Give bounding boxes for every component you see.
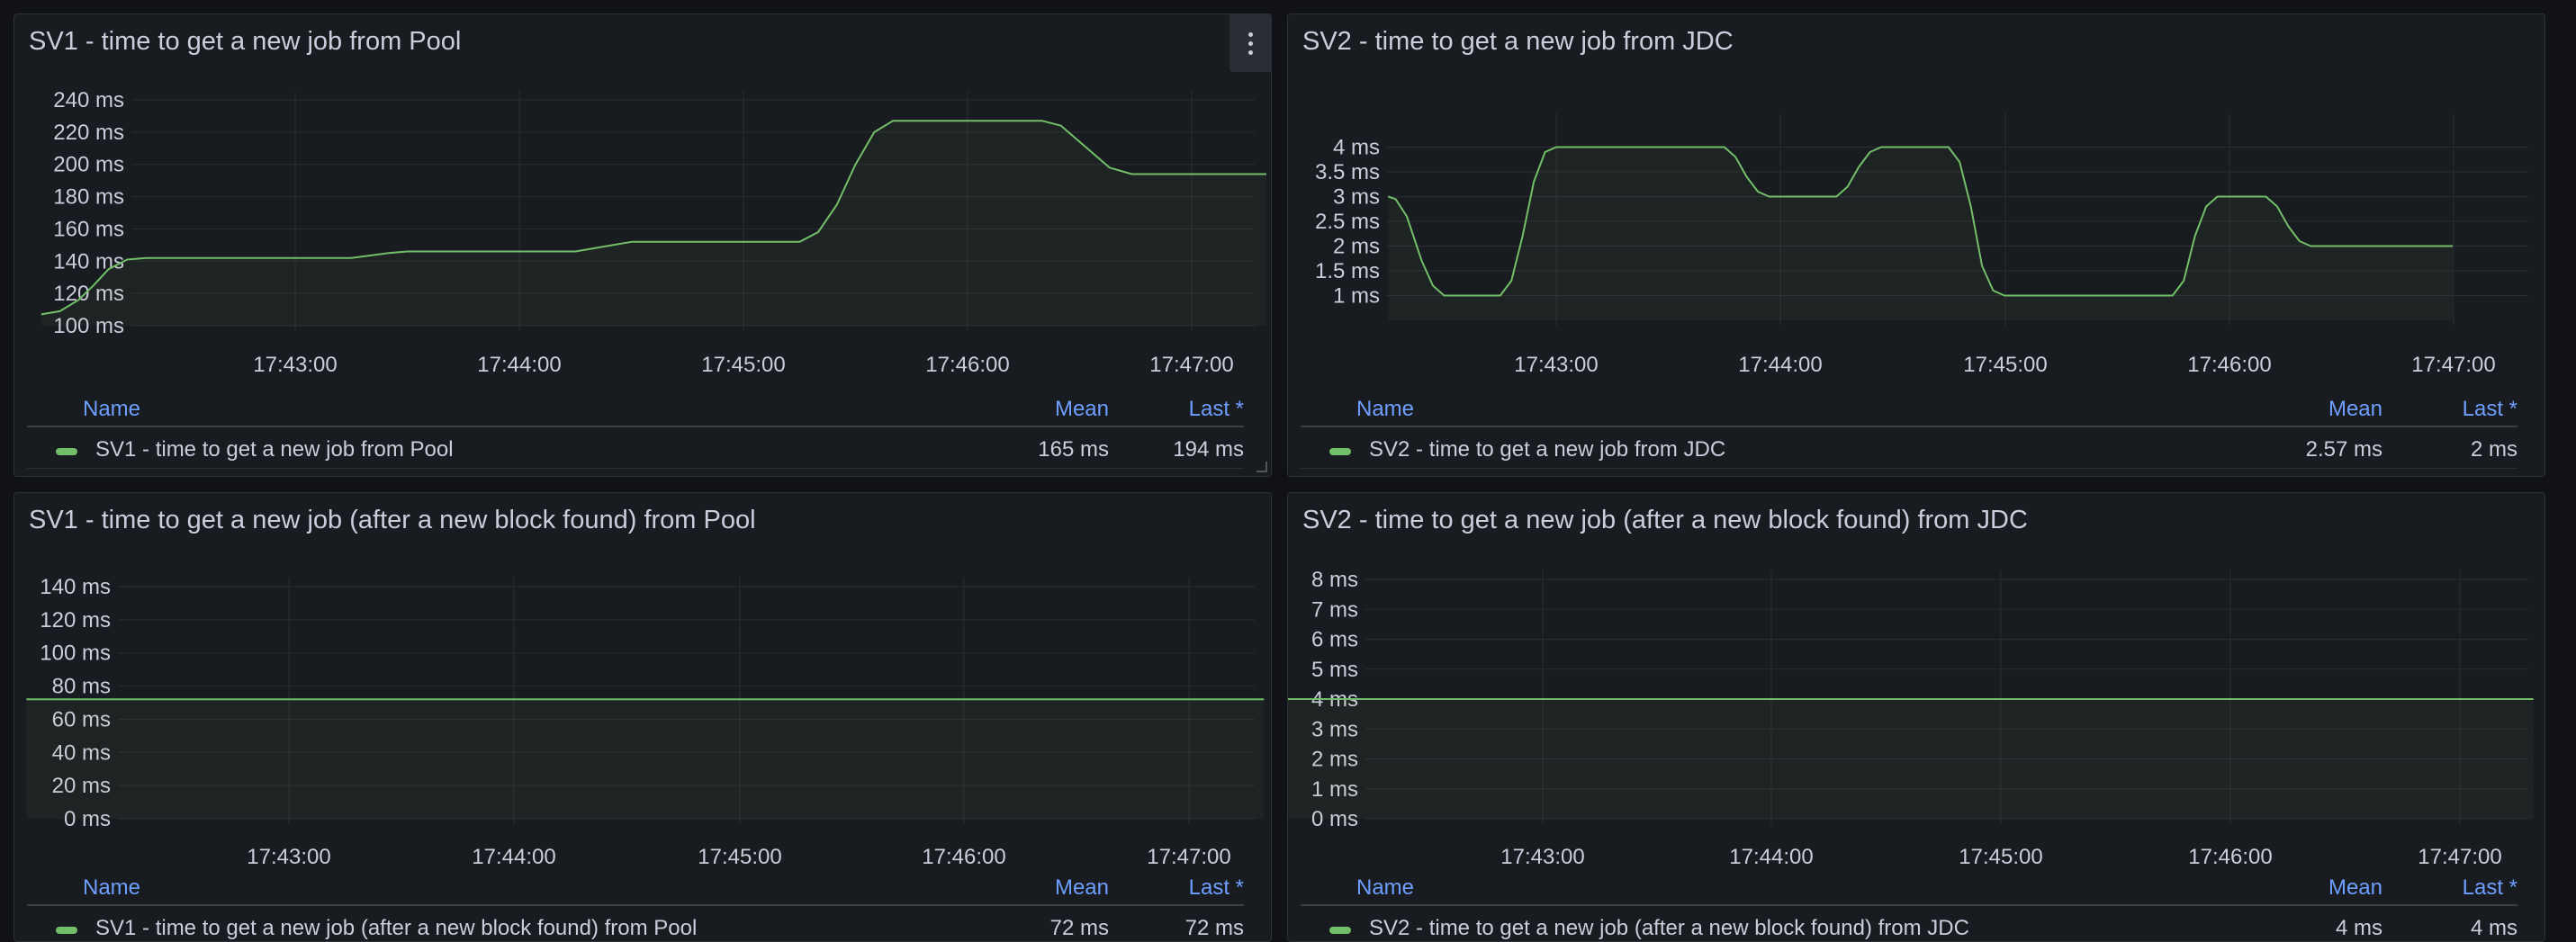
- panel-sv1-pool-new-block: SV1 - time to get a new job (after a new…: [14, 492, 1272, 942]
- x-tick-label: 17:47:00: [1147, 845, 1230, 869]
- legend-row[interactable]: SV1 - time to get a new job from Pool 16…: [27, 437, 1244, 469]
- y-tick-label: 8 ms: [1311, 568, 1358, 592]
- x-tick-label: 17:44:00: [472, 845, 555, 869]
- legend-header-mean[interactable]: Mean: [1055, 875, 1109, 901]
- y-tick-label: 2 ms: [1333, 235, 1380, 259]
- legend-series-name[interactable]: SV1 - time to get a new job (after a new…: [95, 916, 697, 941]
- y-tick-label: 140 ms: [40, 575, 111, 599]
- x-tick-label: 17:47:00: [2418, 845, 2501, 869]
- legend: Name Mean Last * SV2 - time to get a new…: [1301, 390, 2517, 471]
- series-color-swatch[interactable]: [1329, 448, 1351, 455]
- legend: Name Mean Last * SV2 - time to get a new…: [1301, 869, 2517, 941]
- panel-sv2-jdc-new-block: SV2 - time to get a new job (after a new…: [1287, 492, 2545, 942]
- legend-header-mean[interactable]: Mean: [2328, 397, 2382, 422]
- series-area: [1288, 699, 2534, 819]
- y-tick-label: 1.5 ms: [1315, 259, 1380, 283]
- legend-series-last: 2 ms: [2470, 437, 2517, 462]
- legend-header: Name Mean Last *: [27, 397, 1244, 427]
- x-tick-label: 17:43:00: [253, 353, 337, 377]
- legend-header-name[interactable]: Name: [83, 875, 140, 901]
- y-tick-label: 3 ms: [1333, 185, 1380, 210]
- y-tick-label: 80 ms: [52, 675, 111, 699]
- legend-series-last: 4 ms: [2470, 916, 2517, 940]
- y-tick-label: 160 ms: [53, 217, 124, 241]
- panel-sv2-jdc: SV2 - time to get a new job from JDC 4 m…: [1287, 13, 2545, 477]
- x-tick-label: 17:45:00: [701, 353, 785, 377]
- legend-header-last[interactable]: Last *: [1189, 875, 1244, 901]
- y-tick-label: 4 ms: [1333, 136, 1380, 160]
- y-tick-label: 220 ms: [53, 121, 124, 145]
- legend-series-mean: 165 ms: [1038, 437, 1109, 462]
- legend-series-name[interactable]: SV2 - time to get a new job (after a new…: [1369, 916, 1969, 941]
- y-tick-label: 180 ms: [53, 185, 124, 210]
- legend-row[interactable]: SV1 - time to get a new job (after a new…: [27, 916, 1244, 941]
- legend-series-mean: 4 ms: [2335, 916, 2382, 940]
- x-tick-label: 17:46:00: [2187, 353, 2271, 377]
- y-tick-label: 3.5 ms: [1315, 160, 1380, 184]
- x-tick-label: 17:46:00: [922, 845, 1005, 869]
- series-area: [41, 121, 1266, 326]
- x-tick-label: 17:44:00: [1738, 353, 1822, 377]
- legend-series-mean: 2.57 ms: [2305, 437, 2382, 462]
- x-tick-label: 17:47:00: [2411, 353, 2495, 377]
- legend-series-last: 72 ms: [1184, 916, 1244, 940]
- x-tick-label: 17:47:00: [1149, 353, 1233, 377]
- series-color-swatch[interactable]: [1329, 927, 1351, 934]
- legend-row[interactable]: SV2 - time to get a new job from JDC 2.5…: [1301, 437, 2517, 469]
- x-tick-label: 17:44:00: [1729, 845, 1813, 869]
- legend-header: Name Mean Last *: [1301, 397, 2517, 427]
- legend: Name Mean Last * SV1 - time to get a new…: [27, 390, 1244, 471]
- series-color-swatch[interactable]: [56, 927, 77, 934]
- legend-header-name[interactable]: Name: [1356, 875, 1414, 901]
- legend-header-mean[interactable]: Mean: [2328, 875, 2382, 901]
- x-tick-label: 17:43:00: [1500, 845, 1584, 869]
- legend-header: Name Mean Last *: [27, 875, 1244, 906]
- resize-handle-icon[interactable]: [1256, 462, 1267, 472]
- legend-series-last: 194 ms: [1173, 437, 1244, 462]
- y-tick-label: 7 ms: [1311, 597, 1358, 622]
- legend-header-last[interactable]: Last *: [2463, 397, 2517, 422]
- legend-header-last[interactable]: Last *: [1189, 397, 1244, 422]
- legend-header: Name Mean Last *: [1301, 875, 2517, 906]
- y-tick-label: 200 ms: [53, 153, 124, 177]
- legend-series-name[interactable]: SV1 - time to get a new job from Pool: [95, 437, 454, 462]
- y-tick-label: 100 ms: [40, 641, 111, 666]
- x-tick-label: 17:43:00: [247, 845, 330, 869]
- legend-series-name[interactable]: SV2 - time to get a new job from JDC: [1369, 437, 1725, 462]
- x-tick-label: 17:46:00: [2188, 845, 2272, 869]
- x-tick-label: 17:43:00: [1514, 353, 1598, 377]
- legend-row[interactable]: SV2 - time to get a new job (after a new…: [1301, 916, 2517, 941]
- x-tick-label: 17:45:00: [1963, 353, 2047, 377]
- legend: Name Mean Last * SV1 - time to get a new…: [27, 869, 1244, 941]
- legend-header-mean[interactable]: Mean: [1055, 397, 1109, 422]
- legend-header-name[interactable]: Name: [1356, 397, 1414, 422]
- x-tick-label: 17:45:00: [698, 845, 781, 869]
- y-tick-label: 120 ms: [40, 608, 111, 632]
- y-tick-label: 240 ms: [53, 88, 124, 112]
- panel-sv1-pool: SV1 - time to get a new job from Pool 24…: [14, 13, 1272, 477]
- legend-series-mean: 72 ms: [1049, 916, 1109, 940]
- x-tick-label: 17:44:00: [477, 353, 561, 377]
- legend-header-last[interactable]: Last *: [2463, 875, 2517, 901]
- series-color-swatch[interactable]: [56, 448, 77, 455]
- x-tick-label: 17:45:00: [1959, 845, 2042, 869]
- y-tick-label: 6 ms: [1311, 628, 1358, 652]
- x-tick-label: 17:46:00: [925, 353, 1009, 377]
- y-tick-label: 1 ms: [1333, 284, 1380, 309]
- y-tick-label: 2.5 ms: [1315, 210, 1380, 234]
- legend-header-name[interactable]: Name: [83, 397, 140, 422]
- series-area: [26, 699, 1265, 819]
- y-tick-label: 5 ms: [1311, 658, 1358, 682]
